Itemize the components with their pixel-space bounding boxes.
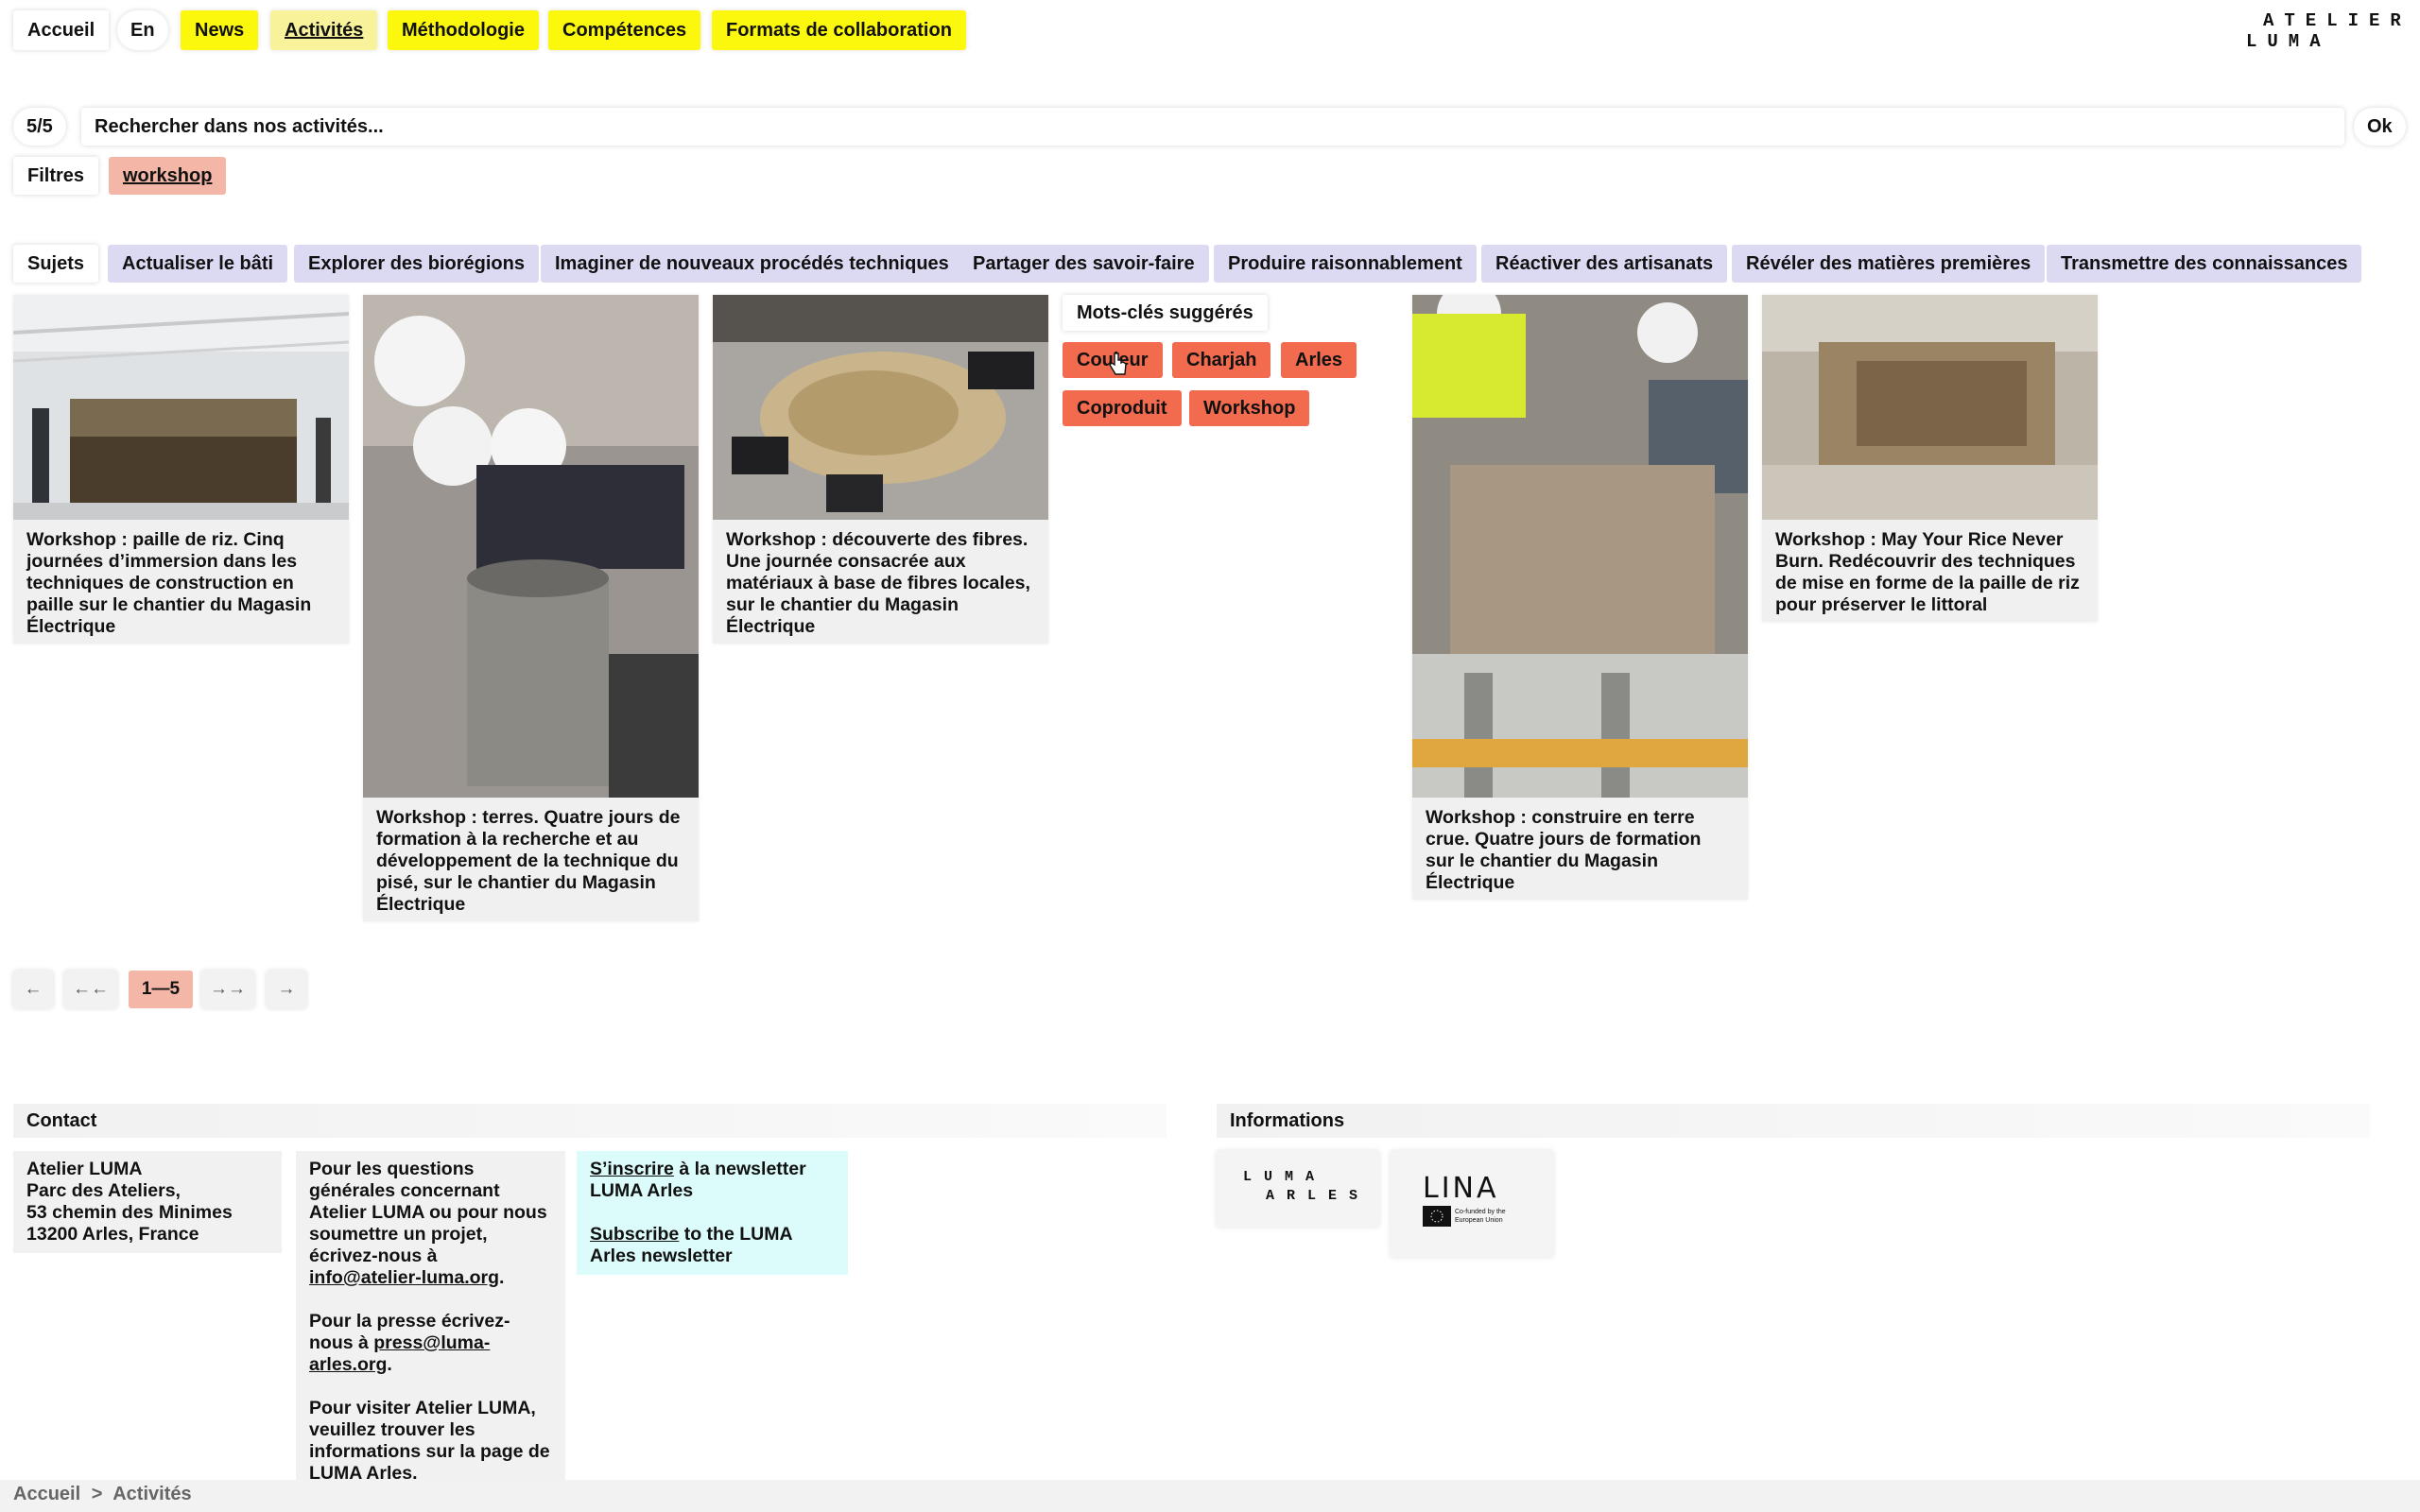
address-line: Parc des Ateliers,: [26, 1180, 181, 1201]
active-filter-workshop[interactable]: workshop: [109, 157, 227, 195]
breadcrumb-separator: >: [91, 1484, 103, 1504]
card-photo-earth-workshop: [363, 295, 699, 798]
card-photo-rice-straw: [13, 295, 349, 520]
card-caption: Workshop : découverte des fibres. Une jo…: [726, 529, 1030, 637]
card-caption: Workshop : paille de riz. Cinq journées …: [26, 529, 312, 637]
luma-arles-logo-line-2: ARLES: [1266, 1188, 1371, 1204]
visit-info-text: Pour visiter Atelier LUMA, veuillez trou…: [309, 1398, 550, 1484]
subject-produire-raisonnablement[interactable]: Produire raisonnablement: [1214, 245, 1477, 283]
subjects-label: Sujets: [13, 245, 99, 283]
card-photo-raw-earth: [1412, 295, 1748, 798]
address-line: 13200 Arles, France: [26, 1224, 199, 1245]
newsletter-box: S’inscrire à la newsletter LUMA Arles Su…: [577, 1151, 848, 1275]
activity-card[interactable]: Workshop : construire en terre crue. Qua…: [1412, 295, 1748, 900]
activity-card[interactable]: Workshop : terres. Quatre jours de forma…: [363, 295, 699, 921]
subject-transmettre-connaissances[interactable]: Transmettre des connaissances: [2047, 245, 2362, 283]
pagination-current-page[interactable]: 1—5: [129, 971, 193, 1008]
luma-arles-logo[interactable]: LUMA ARLES: [1217, 1151, 1379, 1227]
atelier-luma-logo[interactable]: ATELIER LUMA: [2246, 10, 2411, 52]
subject-explorer-des-bioregions[interactable]: Explorer des biorégions: [294, 245, 539, 283]
hand-cursor-icon: [1109, 352, 1127, 375]
activity-card[interactable]: Workshop : découverte des fibres. Une jo…: [713, 295, 1048, 644]
nav-formats-de-collaboration[interactable]: Formats de collaboration: [712, 10, 966, 50]
nav-competences[interactable]: Compétences: [548, 10, 701, 50]
newsletter-subscribe-fr-link[interactable]: S’inscrire: [590, 1159, 674, 1179]
pagination-prev-button[interactable]: ←: [13, 971, 53, 1008]
breadcrumb-bar: [0, 1480, 2420, 1512]
lina-logo-mark: LINA: [1423, 1172, 1499, 1205]
newsletter-subscribe-en-link[interactable]: Subscribe: [590, 1224, 679, 1245]
pagination-next-button[interactable]: →: [267, 971, 306, 1008]
address-line: Atelier LUMA: [26, 1159, 143, 1179]
card-photo-fibers: [713, 295, 1048, 520]
contact-address: Atelier LUMA Parc des Ateliers, 53 chemi…: [13, 1151, 282, 1253]
info-email-link[interactable]: info@atelier-luma.org: [309, 1267, 499, 1288]
subject-reactiver-artisanats[interactable]: Réactiver des artisanats: [1481, 245, 1728, 283]
search-input[interactable]: [81, 108, 2344, 146]
card-photo-rice-never-burn: [1762, 295, 2098, 520]
keyword-workshop[interactable]: Workshop: [1189, 390, 1310, 426]
pagination-last-button[interactable]: →→: [201, 971, 254, 1008]
filters-label[interactable]: Filtres: [13, 157, 99, 195]
suggested-keywords-title: Mots-clés suggérés: [1063, 295, 1268, 331]
eu-flag-icon: [1423, 1206, 1451, 1227]
search-ok-button[interactable]: Ok: [2354, 108, 2406, 146]
card-caption: Workshop : May Your Rice Never Burn. Red…: [1775, 529, 2080, 615]
pagination-first-button[interactable]: ←←: [64, 971, 117, 1008]
nav-methodologie[interactable]: Méthodologie: [388, 10, 539, 50]
card-caption: Workshop : construire en terre crue. Qua…: [1426, 807, 1702, 893]
activity-card[interactable]: Workshop : paille de riz. Cinq journées …: [13, 295, 349, 644]
language-switch-en[interactable]: En: [117, 10, 168, 50]
results-count: 5/5: [13, 108, 66, 146]
logo-line-1: ATELIER: [2263, 10, 2411, 31]
eu-cofunded-text: Co-funded by the European Union: [1455, 1209, 1506, 1224]
address-line: 53 chemin des Minimes: [26, 1202, 233, 1223]
press-contact-text: Pour la presse écrivez-nous à press@luma…: [309, 1311, 510, 1375]
contact-info-box: Pour les questions générales concernant …: [296, 1151, 565, 1492]
nav-activites[interactable]: Activités: [270, 10, 378, 50]
breadcrumb: Accueil > Activités: [13, 1484, 192, 1505]
breadcrumb-home[interactable]: Accueil: [13, 1484, 80, 1504]
subject-imaginer-procedes-techniques[interactable]: Imaginer de nouveaux procédés techniques: [541, 245, 963, 283]
nav-accueil[interactable]: Accueil: [13, 10, 110, 50]
keyword-coproduit[interactable]: Coproduit: [1063, 390, 1182, 426]
subject-actualiser-le-bati[interactable]: Actualiser le bâti: [108, 245, 288, 283]
keyword-arles[interactable]: Arles: [1281, 342, 1357, 378]
activity-card[interactable]: Workshop : May Your Rice Never Burn. Red…: [1762, 295, 2098, 622]
logo-line-2: LUMA: [2246, 31, 2331, 52]
luma-arles-logo-line-1: LUMA: [1243, 1169, 1327, 1185]
general-questions-text: Pour les questions générales concernant …: [309, 1159, 547, 1288]
newsletter-fr: S’inscrire à la newsletter LUMA Arles: [590, 1159, 806, 1201]
informations-heading: Informations: [1217, 1104, 2370, 1138]
lina-logo[interactable]: LINA Co-funded by the European Union: [1391, 1151, 1553, 1257]
breadcrumb-current: Activités: [112, 1484, 192, 1504]
nav-news[interactable]: News: [181, 10, 259, 50]
keyword-charjah[interactable]: Charjah: [1172, 342, 1271, 378]
newsletter-en: Subscribe to the LUMA Arles newsletter: [590, 1224, 792, 1266]
contact-heading: Contact: [13, 1104, 1167, 1138]
card-caption: Workshop : terres. Quatre jours de forma…: [376, 807, 681, 915]
subject-partager-savoir-faire[interactable]: Partager des savoir-faire: [959, 245, 1209, 283]
subject-reveler-matieres-premieres[interactable]: Révéler des matières premières: [1732, 245, 2046, 283]
